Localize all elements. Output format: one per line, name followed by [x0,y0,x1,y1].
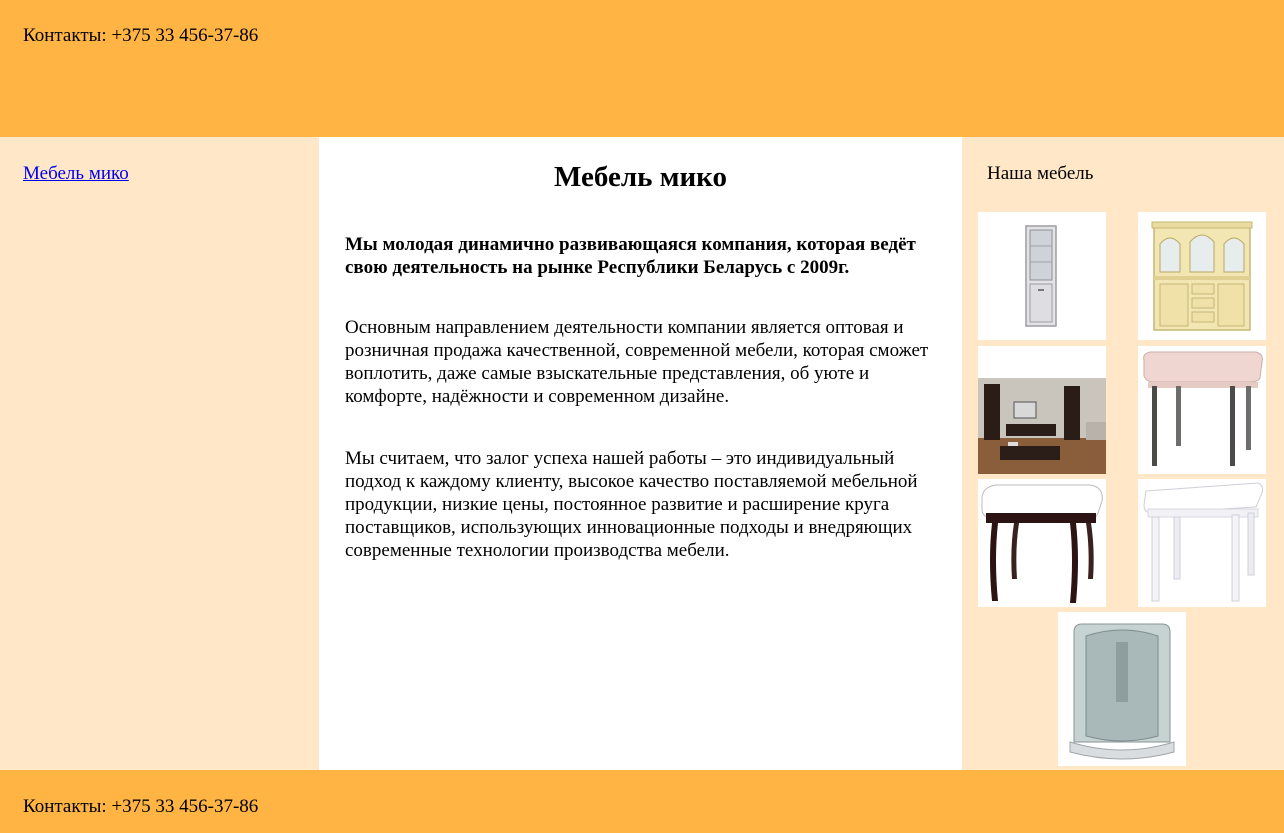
site-footer: Контакты: +375 33 456-37-86 [0,770,1284,833]
right-sidebar: Наша мебель [962,137,1284,770]
narrow-cabinet-image[interactable] [978,212,1106,340]
lead-paragraph: Мы молодая динамично развивающаяся компа… [345,234,916,278]
pink-table-image[interactable] [1138,346,1266,474]
cream-cupboard-image[interactable] [1138,212,1266,340]
header-contacts: Контакты: +375 33 456-37-86 [23,25,259,46]
shower-cabin-image[interactable] [1058,612,1186,766]
site-header: Контакты: +375 33 456-37-86 [0,0,1284,137]
main-content: Мебель мико Мы молодая динамично развива… [319,137,962,770]
gallery-title: Наша мебель [987,163,1094,184]
paragraph-1: Основным направлением деятельности компа… [345,317,929,407]
footer-contacts: Контакты: +375 33 456-37-86 [23,796,259,817]
left-sidebar: Мебель мико [0,137,319,770]
dark-table-image[interactable] [978,479,1106,607]
living-room-image[interactable] [978,346,1106,474]
page-title: Мебель мико [554,161,727,193]
paragraph-2: Мы считаем, что залог успеха нашей работ… [345,448,918,561]
white-table-image[interactable] [1138,479,1266,607]
sidebar-link-mebel-miko[interactable]: Мебель мико [23,163,129,185]
